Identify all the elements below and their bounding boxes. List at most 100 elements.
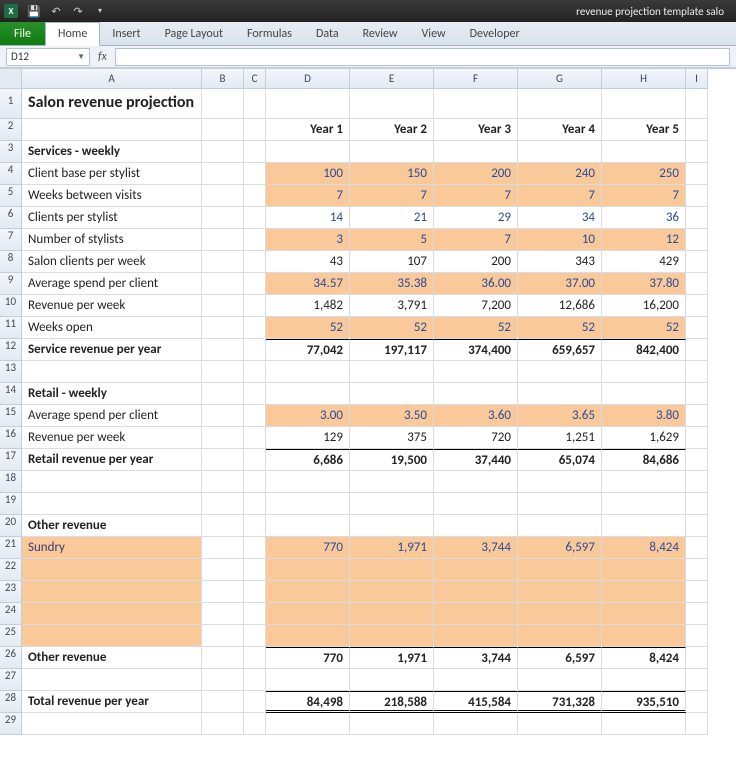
cell-B27[interactable] bbox=[202, 669, 244, 691]
cell-A9[interactable]: Average spend per client bbox=[22, 273, 202, 295]
cell-A11[interactable]: Weeks open bbox=[22, 317, 202, 339]
undo-icon[interactable]: ↶ bbox=[48, 3, 64, 19]
cell-G16[interactable]: 1,251 bbox=[518, 427, 602, 449]
cell-F4[interactable]: 200 bbox=[434, 163, 518, 185]
cell-C25[interactable] bbox=[244, 625, 266, 647]
cell-E3[interactable] bbox=[350, 141, 434, 163]
cell-E7[interactable]: 5 bbox=[350, 229, 434, 251]
cell-E10[interactable]: 3,791 bbox=[350, 295, 434, 317]
cell-C5[interactable] bbox=[244, 185, 266, 207]
cell-G17[interactable]: 65,074 bbox=[518, 449, 602, 471]
cell-E14[interactable] bbox=[350, 383, 434, 405]
cell-F21[interactable]: 3,744 bbox=[434, 537, 518, 559]
cell-E6[interactable]: 21 bbox=[350, 207, 434, 229]
cell-A7[interactable]: Number of stylists bbox=[22, 229, 202, 251]
cell-I25[interactable] bbox=[686, 625, 708, 647]
cell-F24[interactable] bbox=[434, 603, 518, 625]
cell-E28[interactable]: 218,588 bbox=[350, 691, 434, 713]
cell-D10[interactable]: 1,482 bbox=[266, 295, 350, 317]
cell-E13[interactable] bbox=[350, 361, 434, 383]
cell-G23[interactable] bbox=[518, 581, 602, 603]
cell-B9[interactable] bbox=[202, 273, 244, 295]
cell-A16[interactable]: Revenue per week bbox=[22, 427, 202, 449]
cell-B29[interactable] bbox=[202, 713, 244, 735]
cell-E9[interactable]: 35.38 bbox=[350, 273, 434, 295]
cell-F19[interactable] bbox=[434, 493, 518, 515]
col-header-B[interactable]: B bbox=[202, 69, 244, 89]
cell-A15[interactable]: Average spend per client bbox=[22, 405, 202, 427]
cell-I15[interactable] bbox=[686, 405, 708, 427]
cell-F15[interactable]: 3.60 bbox=[434, 405, 518, 427]
row-header-14[interactable]: 14 bbox=[0, 383, 22, 405]
cell-I14[interactable] bbox=[686, 383, 708, 405]
cell-C28[interactable] bbox=[244, 691, 266, 713]
cell-D16[interactable]: 129 bbox=[266, 427, 350, 449]
cell-F14[interactable] bbox=[434, 383, 518, 405]
cell-F29[interactable] bbox=[434, 713, 518, 735]
cell-F16[interactable]: 720 bbox=[434, 427, 518, 449]
cell-I17[interactable] bbox=[686, 449, 708, 471]
cell-F27[interactable] bbox=[434, 669, 518, 691]
cell-I16[interactable] bbox=[686, 427, 708, 449]
cell-G3[interactable] bbox=[518, 141, 602, 163]
redo-icon[interactable]: ↷ bbox=[70, 3, 86, 19]
cell-B21[interactable] bbox=[202, 537, 244, 559]
row-header-24[interactable]: 24 bbox=[0, 603, 22, 625]
cell-I18[interactable] bbox=[686, 471, 708, 493]
cell-H22[interactable] bbox=[602, 559, 686, 581]
col-header-F[interactable]: F bbox=[434, 69, 518, 89]
cell-H9[interactable]: 37.80 bbox=[602, 273, 686, 295]
cell-H7[interactable]: 12 bbox=[602, 229, 686, 251]
cell-D25[interactable] bbox=[266, 625, 350, 647]
cell-H10[interactable]: 16,200 bbox=[602, 295, 686, 317]
cell-I1[interactable] bbox=[686, 89, 708, 119]
cell-I13[interactable] bbox=[686, 361, 708, 383]
row-header-12[interactable]: 12 bbox=[0, 339, 22, 361]
row-header-27[interactable]: 27 bbox=[0, 669, 22, 691]
cell-B6[interactable] bbox=[202, 207, 244, 229]
cell-E21[interactable]: 1,971 bbox=[350, 537, 434, 559]
cell-I24[interactable] bbox=[686, 603, 708, 625]
cell-H23[interactable] bbox=[602, 581, 686, 603]
cell-G29[interactable] bbox=[518, 713, 602, 735]
save-icon[interactable]: 💾 bbox=[26, 3, 42, 19]
cell-G6[interactable]: 34 bbox=[518, 207, 602, 229]
cell-A2[interactable] bbox=[22, 119, 202, 141]
cell-I28[interactable] bbox=[686, 691, 708, 713]
row-header-21[interactable]: 21 bbox=[0, 537, 22, 559]
cell-F26[interactable]: 3,744 bbox=[434, 647, 518, 669]
cell-I10[interactable] bbox=[686, 295, 708, 317]
cell-A18[interactable] bbox=[22, 471, 202, 493]
cell-F2[interactable]: Year 3 bbox=[434, 119, 518, 141]
cell-B19[interactable] bbox=[202, 493, 244, 515]
cell-D26[interactable]: 770 bbox=[266, 647, 350, 669]
cell-C14[interactable] bbox=[244, 383, 266, 405]
cell-I4[interactable] bbox=[686, 163, 708, 185]
cell-G15[interactable]: 3.65 bbox=[518, 405, 602, 427]
row-header-26[interactable]: 26 bbox=[0, 647, 22, 669]
cell-A10[interactable]: Revenue per week bbox=[22, 295, 202, 317]
row-header-9[interactable]: 9 bbox=[0, 273, 22, 295]
cell-B16[interactable] bbox=[202, 427, 244, 449]
cell-B4[interactable] bbox=[202, 163, 244, 185]
name-box-dropdown-icon[interactable]: ▼ bbox=[77, 52, 85, 62]
row-header-6[interactable]: 6 bbox=[0, 207, 22, 229]
cell-B12[interactable] bbox=[202, 339, 244, 361]
cell-C29[interactable] bbox=[244, 713, 266, 735]
cell-I22[interactable] bbox=[686, 559, 708, 581]
cell-C1[interactable] bbox=[244, 89, 266, 119]
cell-E11[interactable]: 52 bbox=[350, 317, 434, 339]
cell-A23[interactable] bbox=[22, 581, 202, 603]
cell-G19[interactable] bbox=[518, 493, 602, 515]
cell-A25[interactable] bbox=[22, 625, 202, 647]
cell-E22[interactable] bbox=[350, 559, 434, 581]
row-header-10[interactable]: 10 bbox=[0, 295, 22, 317]
cell-C8[interactable] bbox=[244, 251, 266, 273]
cell-I23[interactable] bbox=[686, 581, 708, 603]
cell-I21[interactable] bbox=[686, 537, 708, 559]
cell-B17[interactable] bbox=[202, 449, 244, 471]
cell-G4[interactable]: 240 bbox=[518, 163, 602, 185]
tab-developer[interactable]: Developer bbox=[458, 22, 532, 45]
cell-D24[interactable] bbox=[266, 603, 350, 625]
cell-G10[interactable]: 12,686 bbox=[518, 295, 602, 317]
